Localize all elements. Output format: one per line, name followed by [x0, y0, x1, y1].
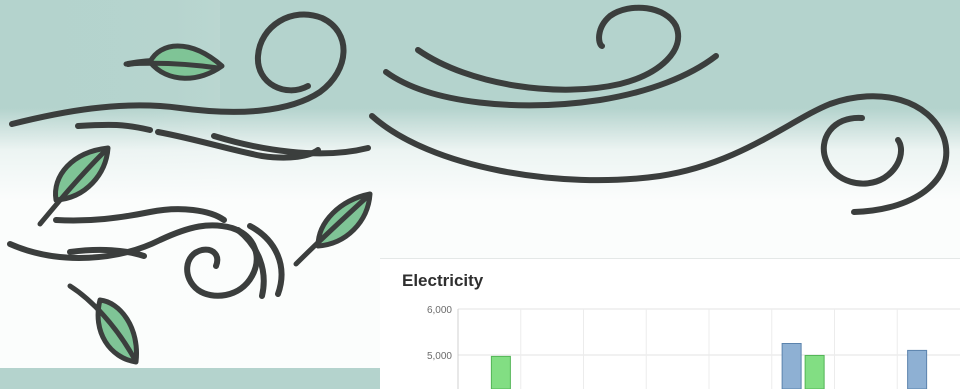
electricity-chart: 6,000 5,000	[380, 259, 960, 389]
wind-swirl-icon	[824, 118, 901, 184]
wind-line	[78, 125, 150, 130]
wind-line	[418, 8, 678, 90]
y-tick-label: 5,000	[427, 351, 452, 362]
leaf-icon	[40, 148, 108, 224]
leaf-icon	[70, 286, 137, 362]
bar[interactable]	[908, 350, 927, 389]
bar[interactable]	[805, 355, 824, 389]
leaf-icon	[126, 46, 222, 78]
leaf-icon	[296, 194, 370, 264]
wind-line	[372, 96, 946, 212]
wind-line	[10, 225, 257, 295]
y-tick-label: 6,000	[427, 305, 452, 316]
wind-line	[56, 209, 224, 220]
bar[interactable]	[782, 344, 801, 389]
bar[interactable]	[491, 356, 510, 389]
electricity-chart-card: Electricity 6,0005,000	[380, 258, 960, 389]
